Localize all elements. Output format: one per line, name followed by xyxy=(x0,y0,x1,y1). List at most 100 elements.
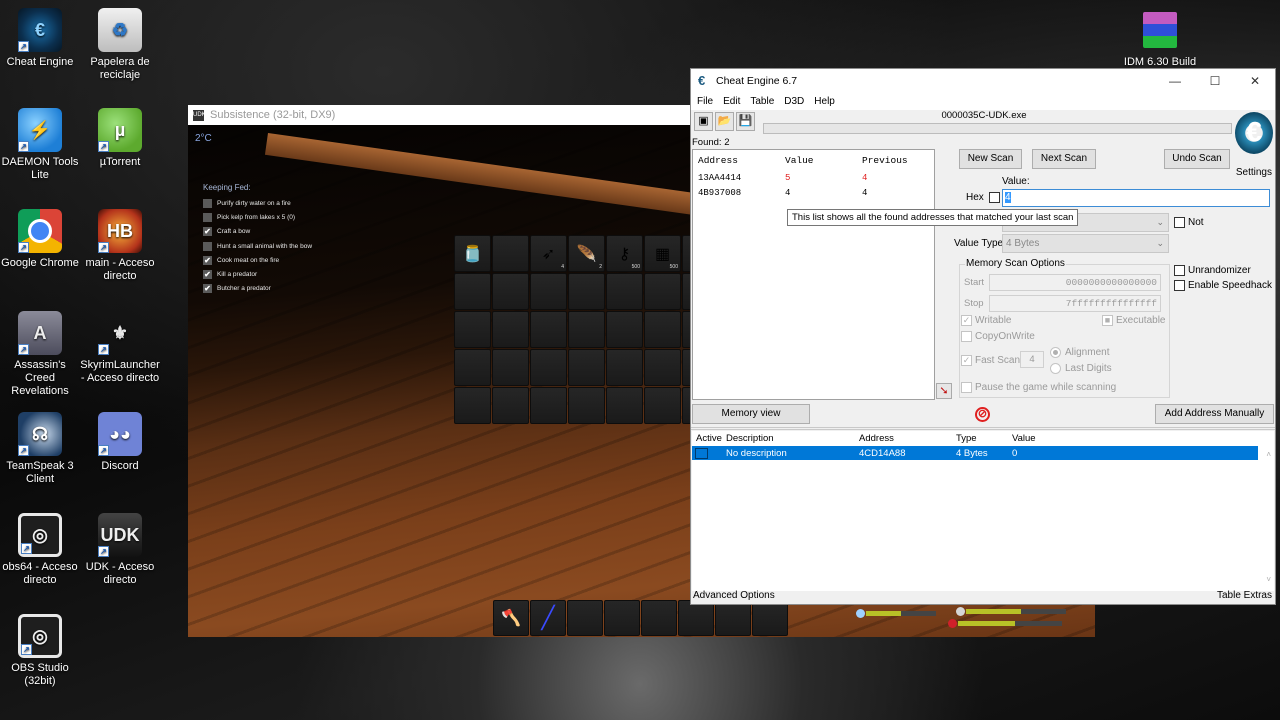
inventory-slot[interactable] xyxy=(644,273,681,310)
speedhack-checkbox[interactable]: Enable Speedhack xyxy=(1174,280,1272,291)
column-header-value[interactable]: Value xyxy=(780,155,857,166)
hotbar-slot[interactable]: ╱ xyxy=(530,600,566,636)
row-type[interactable]: 4 Bytes xyxy=(956,448,1012,459)
desktop-icon-discord[interactable]: ◕◕ ↗ Discord xyxy=(80,412,160,473)
inventory-slot[interactable] xyxy=(530,311,567,348)
executable-checkbox[interactable]: ■ Executable xyxy=(1102,315,1165,326)
table-row[interactable]: No description 4CD14A88 4 Bytes 0 xyxy=(692,446,1258,460)
found-list-row[interactable]: 4B937008 4 4 xyxy=(693,185,934,200)
add-address-manually-button[interactable]: Add Address Manually xyxy=(1155,404,1274,424)
hotbar-slot[interactable] xyxy=(715,600,751,636)
column-header-address[interactable]: Address xyxy=(693,155,780,166)
inventory-slot[interactable] xyxy=(492,387,529,424)
close-button[interactable]: ✕ xyxy=(1235,74,1275,88)
cheat-engine-window[interactable]: € Cheat Engine 6.7 — ☐ ✕ File Edit Table… xyxy=(690,68,1276,605)
inventory-slot[interactable] xyxy=(530,349,567,386)
open-file-button[interactable]: 📂 xyxy=(715,112,734,131)
column-header-active[interactable]: Active xyxy=(692,433,726,444)
desktop-icon-obs64[interactable]: ◎ ↗ obs64 - Acceso directo xyxy=(0,513,80,587)
stop-address-field[interactable]: 7fffffffffffffff xyxy=(989,295,1161,312)
next-scan-button[interactable]: Next Scan xyxy=(1032,149,1096,169)
inventory-slot[interactable]: 🪶 2 xyxy=(568,235,605,272)
cheat-engine-logo-icon[interactable]: € xyxy=(1235,112,1273,154)
inventory-slot[interactable]: ▦ 500 xyxy=(644,235,681,272)
inventory-slot[interactable] xyxy=(492,273,529,310)
add-selected-to-list-button[interactable]: ➘ xyxy=(936,383,952,399)
pause-game-checkbox[interactable]: Pause the game while scanning xyxy=(961,382,1116,393)
start-address-field[interactable]: 0000000000000000 xyxy=(989,274,1161,291)
inventory-slot[interactable] xyxy=(454,273,491,310)
settings-link[interactable]: Settings xyxy=(1236,167,1272,178)
alignment-radio[interactable]: Alignment xyxy=(1050,347,1109,358)
column-header-address[interactable]: Address xyxy=(859,433,956,444)
last-digits-radio[interactable]: Last Digits xyxy=(1050,363,1112,374)
menu-help[interactable]: Help xyxy=(814,96,835,107)
inventory-slot[interactable] xyxy=(606,311,643,348)
row-address[interactable]: 4CD14A88 xyxy=(859,448,956,459)
memory-view-button[interactable]: Memory view xyxy=(692,404,810,424)
desktop-icon-udk[interactable]: UDK ↗ UDK - Acceso directo xyxy=(80,513,160,587)
hex-checkbox[interactable] xyxy=(989,192,1000,203)
not-checkbox[interactable]: Not xyxy=(1174,217,1204,228)
row-description[interactable]: No description xyxy=(726,448,859,459)
inventory-slot[interactable] xyxy=(568,349,605,386)
desktop-icon-skyrim[interactable]: ⚜ ↗ SkyrimLauncher - Acceso directo xyxy=(80,311,160,385)
desktop-icon-cheat-engine[interactable]: € ↗ Cheat Engine xyxy=(0,8,80,69)
desktop-icon-daemon-tools[interactable]: ⚡ ↗ DAEMON Tools Lite xyxy=(0,108,80,182)
scroll-down-arrow[interactable]: ˅ xyxy=(1266,575,1271,584)
desktop-icon-main[interactable]: HB ↗ main - Acceso directo xyxy=(80,209,160,283)
menu-file[interactable]: File xyxy=(697,96,713,107)
inventory-slot[interactable] xyxy=(568,273,605,310)
desktop-icon-recycle-bin[interactable]: ♻ Papelera de reciclaje xyxy=(80,8,160,82)
inventory-slot[interactable] xyxy=(492,235,529,272)
hotbar-slot[interactable] xyxy=(641,600,677,636)
select-process-button[interactable]: ▣ xyxy=(694,112,713,131)
inventory-slot[interactable] xyxy=(644,311,681,348)
inventory-slot[interactable] xyxy=(606,349,643,386)
fast-scan-checkbox[interactable]: ✓ Fast Scan xyxy=(961,355,1020,366)
stop-icon[interactable]: ⊘ xyxy=(975,407,990,422)
found-address-list[interactable]: Address Value Previous 13AA4414 5 4 4B93700… xyxy=(692,149,935,400)
active-checkbox[interactable] xyxy=(695,447,708,459)
hotbar-slot[interactable] xyxy=(604,600,640,636)
inventory-slot[interactable] xyxy=(492,311,529,348)
inventory-slot[interactable] xyxy=(492,349,529,386)
column-header-description[interactable]: Description xyxy=(726,433,859,444)
column-header-value[interactable]: Value xyxy=(1012,433,1112,444)
column-header-previous[interactable]: Previous xyxy=(857,155,934,166)
save-file-button[interactable]: 💾 xyxy=(736,112,755,131)
fast-scan-value-field[interactable]: 4 xyxy=(1020,351,1044,368)
inventory-slot[interactable] xyxy=(606,387,643,424)
address-table[interactable]: Active Description Address Type Value No… xyxy=(692,431,1274,591)
desktop-icon-assassins-creed[interactable]: A ↗ Assassin's Creed Revelations xyxy=(0,311,80,398)
advanced-options-link[interactable]: Advanced Options xyxy=(693,590,775,601)
inventory-slot[interactable] xyxy=(644,349,681,386)
inventory-slot[interactable] xyxy=(454,387,491,424)
unrandomizer-checkbox[interactable]: Unrandomizer xyxy=(1174,265,1251,276)
desktop-icon-obs-studio[interactable]: ◎ ↗ OBS Studio (32bit) xyxy=(0,614,80,688)
hotbar-slot[interactable] xyxy=(567,600,603,636)
scan-value-input[interactable]: 4 xyxy=(1002,189,1270,207)
panel-splitter[interactable] xyxy=(691,427,1275,430)
desktop-icon-utorrent[interactable]: µ ↗ µTorrent xyxy=(80,108,160,169)
hotbar-slot[interactable]: 🪓 xyxy=(493,600,529,636)
table-extras-link[interactable]: Table Extras xyxy=(1217,590,1272,601)
writable-checkbox[interactable]: ✓ Writable xyxy=(961,315,1012,326)
column-header-type[interactable]: Type xyxy=(956,433,1012,444)
inventory-slot[interactable]: ➶ 4 xyxy=(530,235,567,272)
inventory-slot[interactable] xyxy=(530,387,567,424)
desktop-icon-chrome[interactable]: ↗ Google Chrome xyxy=(0,209,80,270)
undo-scan-button[interactable]: Undo Scan xyxy=(1164,149,1230,169)
maximize-button[interactable]: ☐ xyxy=(1195,74,1235,88)
inventory-slot[interactable] xyxy=(606,273,643,310)
menu-table[interactable]: Table xyxy=(750,96,774,107)
inventory-slot[interactable] xyxy=(568,387,605,424)
inventory-slot[interactable]: 🫙 xyxy=(454,235,491,272)
inventory-slot[interactable] xyxy=(644,387,681,424)
value-type-select[interactable]: 4 Bytes ⌄ xyxy=(1002,234,1169,253)
inventory-slot[interactable] xyxy=(530,273,567,310)
minimize-button[interactable]: — xyxy=(1155,74,1195,88)
copy-on-write-checkbox[interactable]: CopyOnWrite xyxy=(961,331,1035,342)
menu-d3d[interactable]: D3D xyxy=(784,96,804,107)
inventory-slot[interactable]: ⚷ 500 xyxy=(606,235,643,272)
